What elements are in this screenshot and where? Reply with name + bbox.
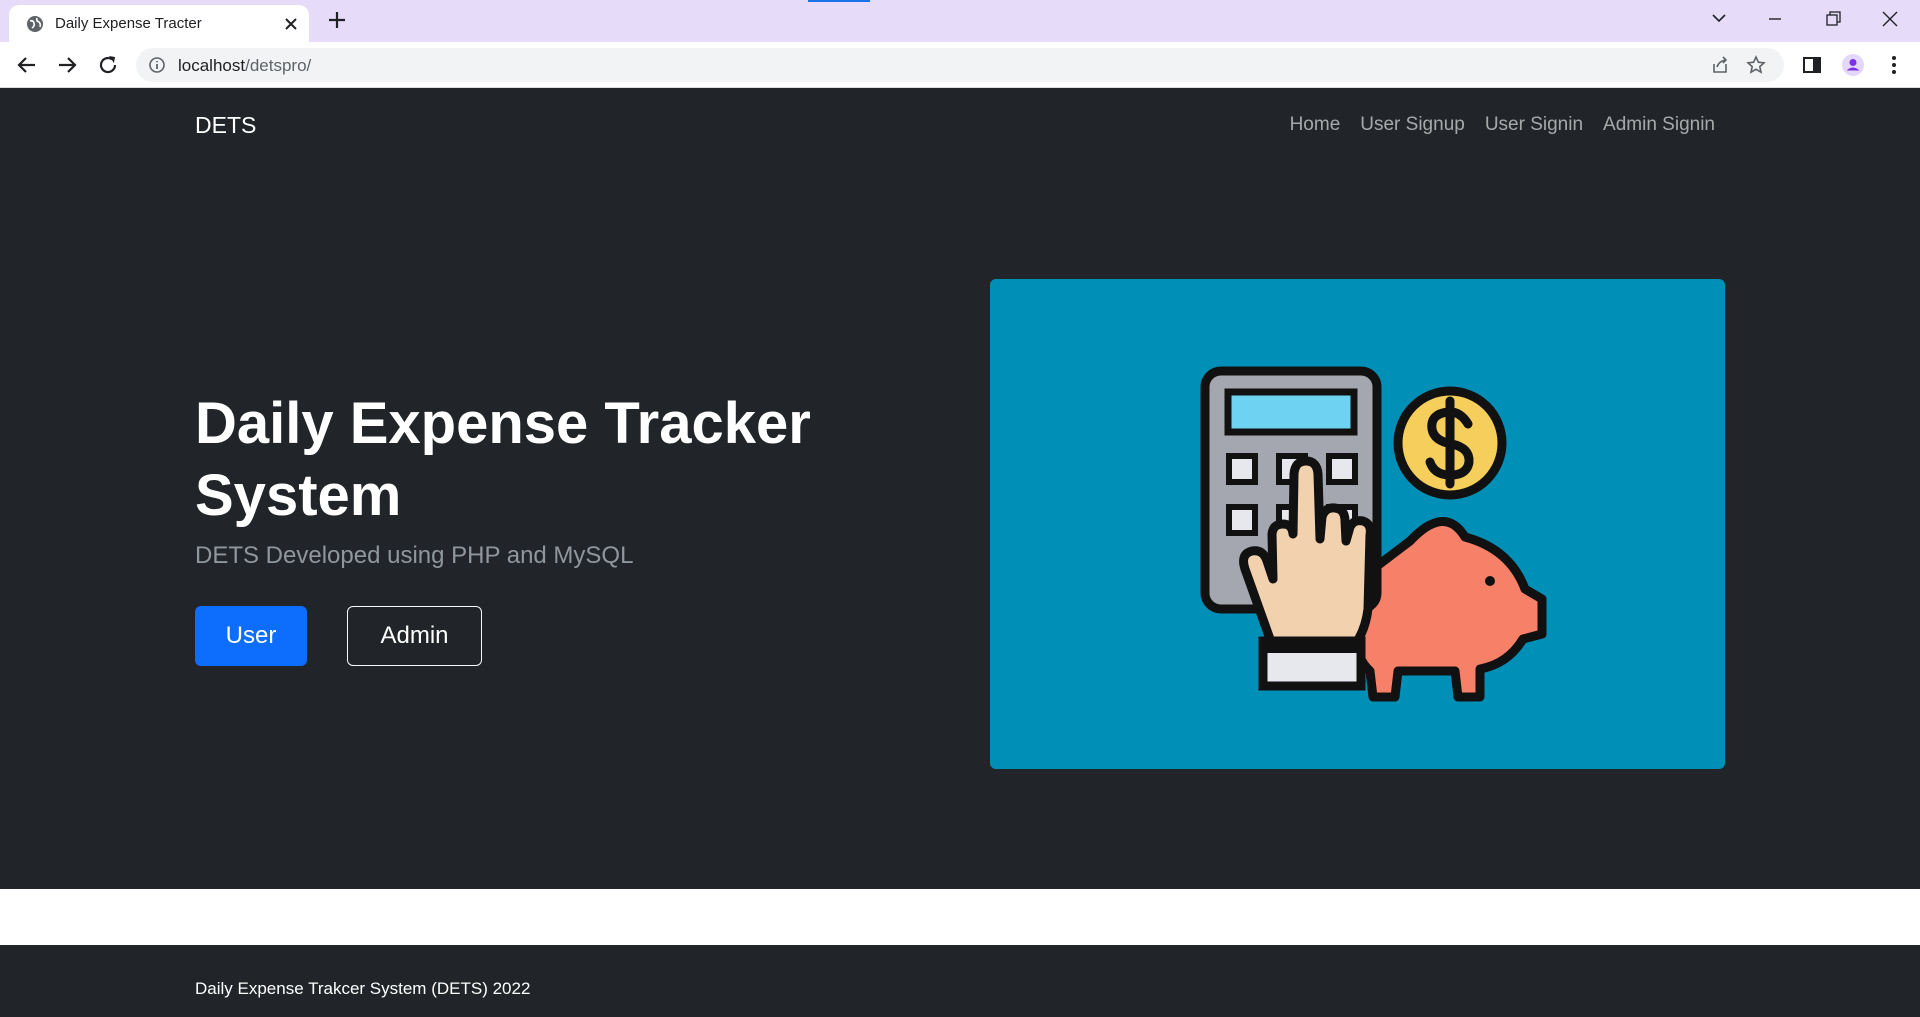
minimize-icon[interactable] <box>1760 6 1790 32</box>
browser-tab[interactable]: Daily Expense Tracter <box>9 5 309 42</box>
nav-link-user-signup[interactable]: User Signup <box>1360 114 1465 136</box>
forward-icon[interactable] <box>55 53 79 77</box>
nav-link-admin-signin[interactable]: Admin Signin <box>1603 114 1715 136</box>
menu-dots-icon[interactable] <box>1882 53 1906 77</box>
share-icon[interactable] <box>1710 55 1730 75</box>
footer-text: Daily Expense Trakcer System (DETS) 2022 <box>195 979 531 998</box>
admin-button[interactable]: Admin <box>347 606 482 666</box>
hero-subtitle: DETS Developed using PHP and MySQL <box>195 542 634 569</box>
side-panel-icon[interactable] <box>1800 53 1824 77</box>
close-window-icon[interactable] <box>1875 6 1905 32</box>
new-tab-icon[interactable] <box>326 9 348 31</box>
hero-image <box>990 279 1725 769</box>
spacer <box>0 889 1920 945</box>
restore-icon[interactable] <box>1818 6 1848 32</box>
footer: Daily Expense Trakcer System (DETS) 2022 <box>0 945 1920 1017</box>
browser-tabstrip: Daily Expense Tracter <box>0 0 1920 42</box>
site-info-icon[interactable] <box>148 56 166 74</box>
loading-indicator <box>808 0 870 2</box>
navbar-links: Home User Signup User Signin Admin Signi… <box>1290 114 1715 136</box>
reload-icon[interactable] <box>96 53 120 77</box>
url-text[interactable]: localhost/detspro/ <box>178 56 311 76</box>
nav-link-user-signin[interactable]: User Signin <box>1485 114 1583 136</box>
hero-title: Daily Expense Tracker System <box>195 391 811 528</box>
nav-link-home[interactable]: Home <box>1290 114 1341 136</box>
user-button[interactable]: User <box>195 606 307 666</box>
hero-section: DETS Home User Signup User Signin Admin … <box>0 88 1920 889</box>
navbar-brand[interactable]: DETS <box>195 112 256 139</box>
browser-toolbar: localhost/detspro/ <box>0 42 1920 88</box>
tab-search-icon[interactable] <box>1704 6 1734 32</box>
tab-title: Daily Expense Tracter <box>55 15 202 32</box>
back-icon[interactable] <box>15 53 39 77</box>
bookmark-star-icon[interactable] <box>1746 55 1766 75</box>
address-bar[interactable]: localhost/detspro/ <box>136 48 1784 82</box>
globe-icon <box>27 16 43 32</box>
calculator-piggy-bank-icon <box>1200 366 1547 702</box>
close-tab-icon[interactable] <box>281 14 301 34</box>
profile-avatar-icon[interactable] <box>1841 53 1865 77</box>
